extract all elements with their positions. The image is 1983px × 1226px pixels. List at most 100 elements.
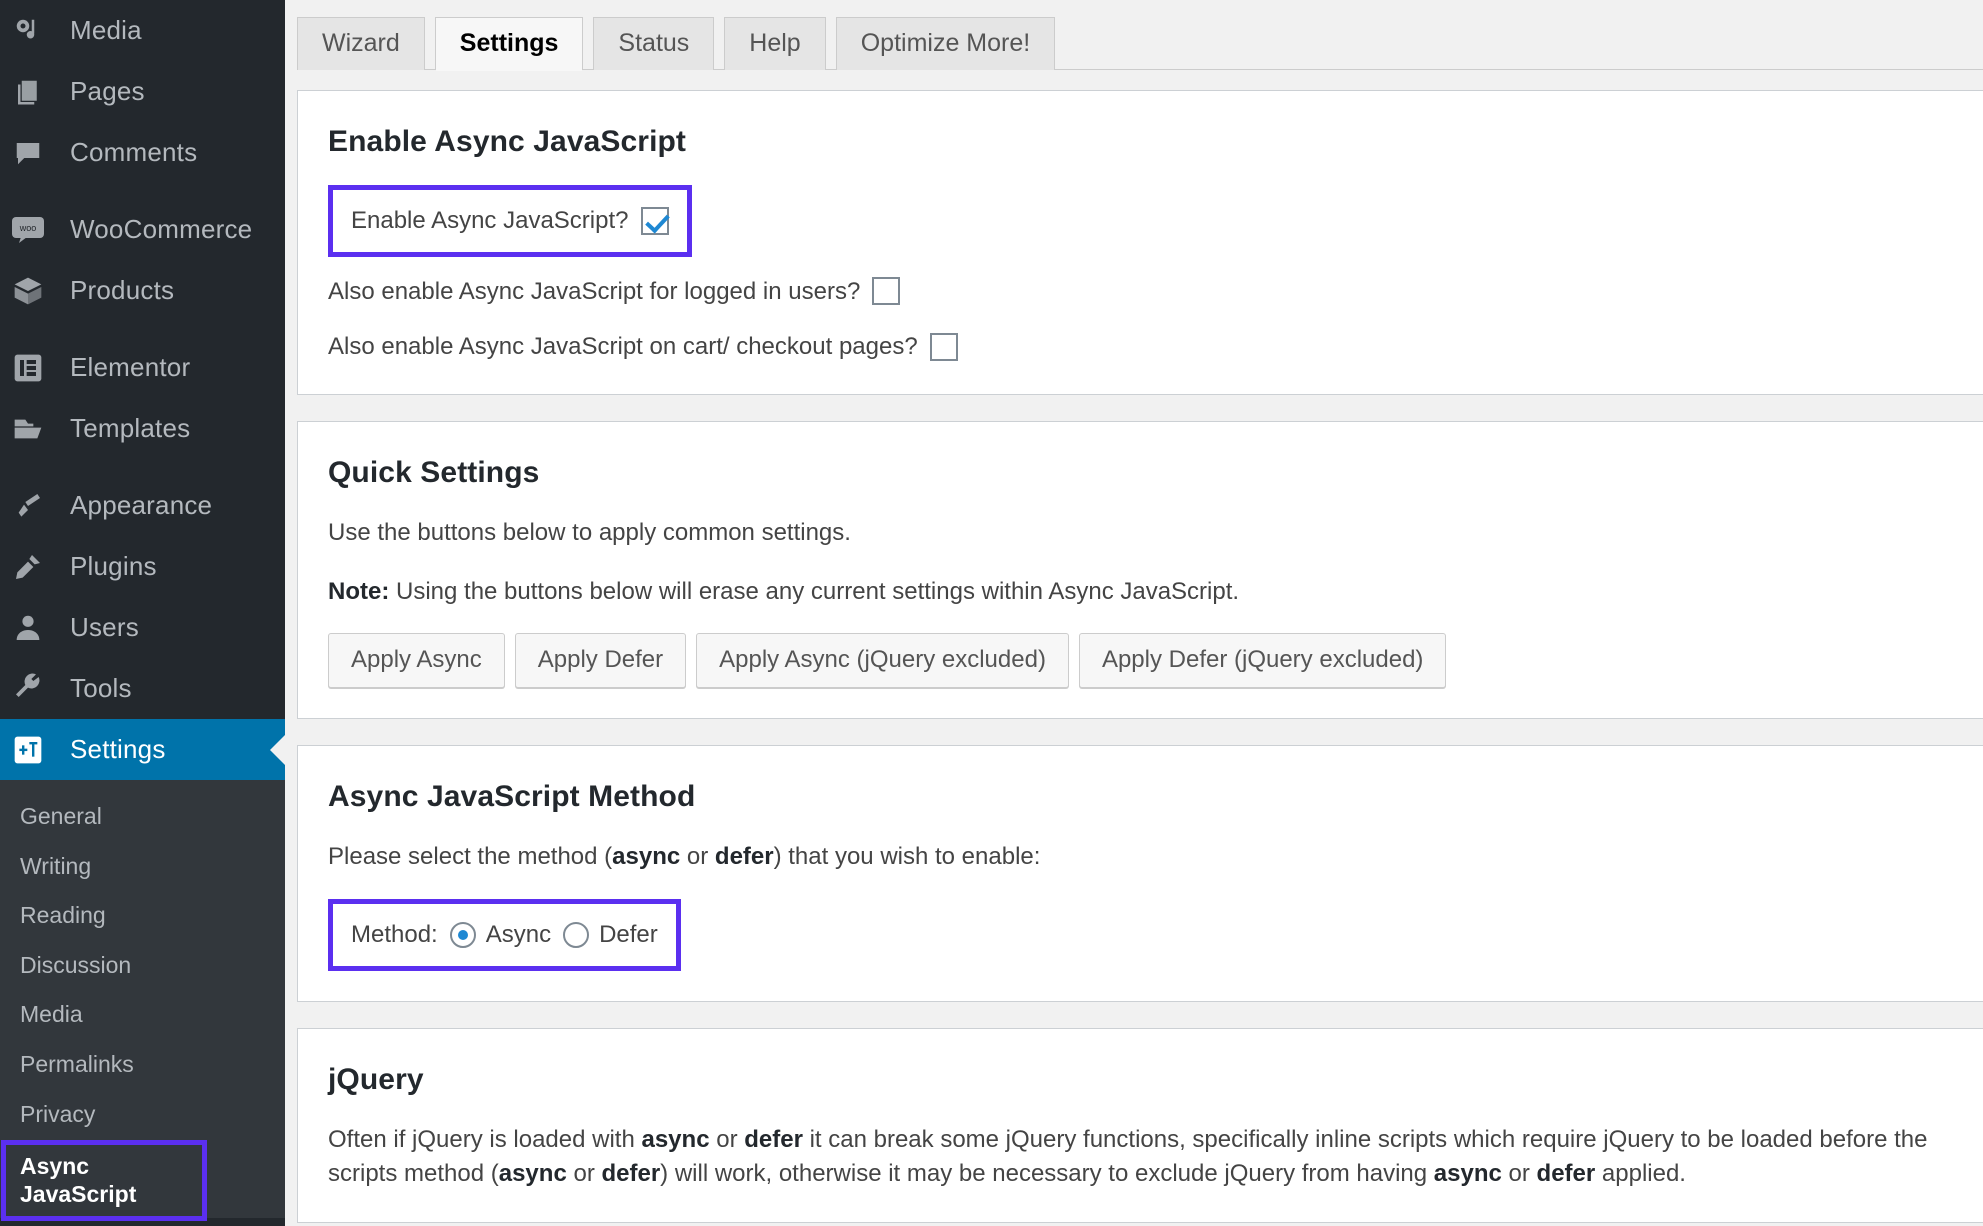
sidebar-item-label: Settings [70,734,166,764]
sidebar-item-label: Comments [70,137,198,167]
quick-settings-note-label: Note: [328,577,390,605]
plugins-icon [10,549,46,585]
elementor-icon [10,350,46,386]
appearance-icon [10,488,46,524]
tools-icon [10,671,46,707]
jquery-body: Often if jQuery is loaded with async or … [328,1123,1983,1193]
jquery-text-6: ) will work, otherwise it may be necessa… [660,1160,1434,1188]
tab-wizard[interactable]: Wizard [297,17,425,70]
jquery-bold-defer-1: defer [744,1125,803,1153]
method-defer-label: Defer [599,920,658,948]
method-intro-defer: defer [714,843,774,871]
sidebar-item-reading[interactable]: Reading [0,891,285,941]
sidebar-item-label: WooCommerce [70,214,253,244]
panel-title: Async JavaScript Method [328,780,696,814]
jquery-text-4: method ( [404,1160,499,1188]
media-icon [10,13,46,49]
sidebar-item-products[interactable]: Products [0,260,285,321]
quick-settings-note-text: Using the buttons below will erase any c… [389,577,1240,605]
admin-sidebar: Media Pages Comments woo WooCommerce Pro… [0,0,285,1226]
quick-settings-buttons: Apply Async Apply Defer Apply Async (jQu… [328,633,1983,689]
sidebar-item-media-settings[interactable]: Media [0,990,285,1040]
enable-async-checkbox[interactable] [640,206,669,235]
pages-icon [10,74,46,110]
tab-help[interactable]: Help [724,17,826,70]
sidebar-item-async-javascript[interactable]: Async JavaScript [1,1140,207,1222]
sidebar-item-media[interactable]: Media [0,0,285,61]
jquery-bold-async-3: async [1433,1160,1502,1188]
jquery-bold-defer-2: defer [601,1160,661,1188]
sidebar-item-label: Tools [70,673,132,703]
wordpress-admin-screen: Media Pages Comments woo WooCommerce Pro… [0,0,1983,1226]
apply-async-jquery-excluded-button[interactable]: Apply Async (jQuery excluded) [696,633,1069,689]
apply-defer-button[interactable]: Apply Defer [514,633,687,689]
jquery-bold-async-1: async [641,1125,710,1153]
tab-settings[interactable]: Settings [434,17,584,71]
sidebar-item-plugins[interactable]: Plugins [0,536,285,597]
settings-icon [10,732,46,768]
method-intro-pre: Please select the method ( [328,843,613,871]
panel-quick-settings: Quick Settings Use the buttons below to … [297,420,1983,720]
products-icon [10,273,46,309]
method-label: Method: [351,920,438,948]
sidebar-item-label: Products [70,275,175,305]
method-async-radio[interactable] [449,921,476,948]
sidebar-item-label: Pages [70,76,145,106]
tab-status[interactable]: Status [593,17,715,70]
panel-title: Enable Async JavaScript [328,125,687,158]
sidebar-item-pages[interactable]: Pages [0,61,285,122]
jquery-text-1: Often if jQuery is loaded with [328,1125,642,1153]
sidebar-item-label: Templates [70,413,191,443]
sidebar-item-writing[interactable]: Writing [0,842,285,892]
sidebar-item-label: Plugins [70,551,157,581]
panel-async-javascript-method: Async JavaScript Method Please select th… [297,745,1983,1002]
sidebar-item-elementor[interactable]: Elementor [0,337,285,398]
method-defer-radio[interactable] [563,921,590,948]
enable-logged-in-checkbox[interactable] [872,277,901,306]
sidebar-item-label: Elementor [70,352,191,382]
sidebar-item-woocommerce[interactable]: woo WooCommerce [0,199,285,260]
sidebar-item-discussion[interactable]: Discussion [0,941,285,991]
sidebar-item-general[interactable]: General [0,792,285,842]
quick-settings-intro: Use the buttons below to apply common se… [328,518,851,546]
jquery-bold-defer-3: defer [1536,1160,1596,1188]
method-intro: Please select the method (async or defer… [328,840,1983,875]
sidebar-item-users[interactable]: Users [0,597,285,658]
enable-cart-checkbox[interactable] [929,332,958,361]
enable-async-row[interactable]: Enable Async JavaScript? [351,204,669,238]
panel-jquery: jQuery Often if jQuery is loaded with as… [297,1027,1983,1224]
method-intro-mid: or [680,843,715,871]
method-row: Method: Async Defer [351,918,658,952]
jquery-text-8: applied. [1595,1160,1686,1188]
main-content: Wizard Settings Status Help Optimize Mor… [285,0,1983,1226]
settings-tabs: Wizard Settings Status Help Optimize Mor… [285,0,1983,71]
jquery-bold-async-2: async [498,1160,567,1188]
tab-optimize-more[interactable]: Optimize More! [835,17,1056,70]
active-pointer-icon [270,733,285,766]
apply-async-button[interactable]: Apply Async [328,633,505,689]
enable-cart-row[interactable]: Also enable Async JavaScript on cart/ ch… [328,330,1983,364]
enable-async-highlight: Enable Async JavaScript? [328,185,692,257]
sidebar-item-permalinks[interactable]: Permalinks [0,1040,285,1090]
apply-defer-jquery-excluded-button[interactable]: Apply Defer (jQuery excluded) [1078,633,1447,689]
enable-logged-in-row[interactable]: Also enable Async JavaScript for logged … [328,275,1983,309]
users-icon [10,610,46,646]
templates-icon [10,411,46,447]
method-intro-async: async [612,843,681,871]
sidebar-item-tools[interactable]: Tools [0,658,285,719]
panel-title: Quick Settings [328,455,540,489]
method-async-label: Async [485,920,552,948]
sidebar-item-templates[interactable]: Templates [0,398,285,459]
enable-cart-label: Also enable Async JavaScript on cart/ ch… [328,333,918,361]
method-highlight: Method: Async Defer [328,898,681,971]
jquery-text-5: or [566,1160,602,1188]
jquery-text-7: or [1501,1160,1537,1188]
sidebar-item-privacy[interactable]: Privacy [0,1090,285,1140]
enable-async-label: Enable Async JavaScript? [351,207,629,234]
woocommerce-icon: woo [10,212,46,248]
panel-enable-async-javascript: Enable Async JavaScript Enable Async Jav… [297,90,1983,395]
sidebar-item-appearance[interactable]: Appearance [0,475,285,536]
sidebar-item-settings[interactable]: Settings [0,719,285,780]
quick-settings-note: Note: Using the buttons below will erase… [328,575,1983,610]
sidebar-item-comments[interactable]: Comments [0,122,285,183]
